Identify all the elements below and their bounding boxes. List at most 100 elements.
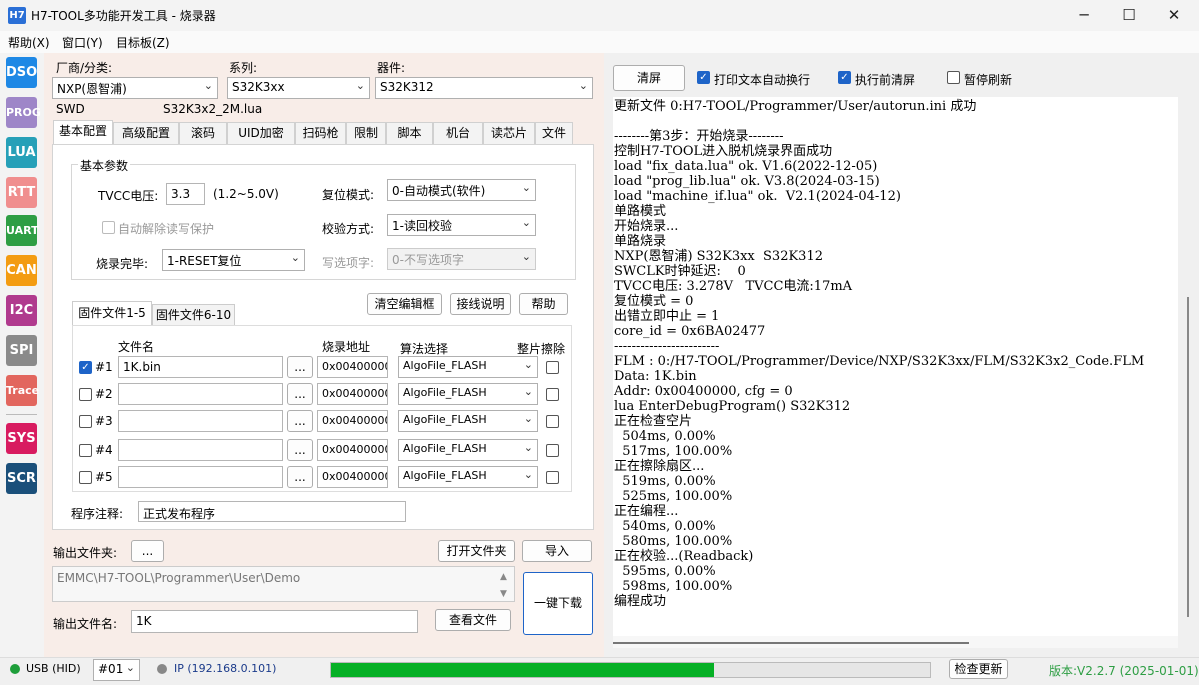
- series-select[interactable]: S32K3xx ⌄: [227, 77, 370, 99]
- sidebar-uart-button[interactable]: UART: [6, 215, 39, 246]
- output-name-input[interactable]: 1K: [131, 610, 418, 633]
- clear-before-label: 执行前清屏: [855, 73, 916, 87]
- sidebar-lua-button[interactable]: LUA: [6, 137, 37, 168]
- close-button[interactable]: ✕: [1151, 0, 1197, 31]
- sidebar-i2c-button[interactable]: I2C: [6, 295, 37, 326]
- one-click-download-button[interactable]: 一键下载: [523, 572, 593, 635]
- tab-fw-6-10[interactable]: 固件文件6-10: [152, 304, 235, 325]
- fw-address-input[interactable]: 0x00400000: [317, 383, 388, 405]
- fw-row-checkbox[interactable]: ✓: [79, 361, 92, 374]
- sidebar-scr-button[interactable]: SCR: [6, 463, 37, 494]
- tab-advanced[interactable]: 高级配置: [113, 122, 179, 144]
- sidebar-spi-button[interactable]: SPI: [6, 335, 37, 366]
- auto-wrap-checkbox[interactable]: ✓: [697, 71, 710, 84]
- fw-algo-select[interactable]: AlgoFile_FLASH ⌄: [398, 410, 538, 432]
- sidebar-sys-button[interactable]: SYS: [6, 423, 37, 454]
- device-select[interactable]: S32K312 ⌄: [375, 77, 593, 99]
- fw-algo-select[interactable]: AlgoFile_FLASH ⌄: [398, 466, 538, 488]
- clear-edit-button[interactable]: 清空编辑框: [367, 293, 442, 315]
- fw-row-checkbox[interactable]: [79, 388, 92, 401]
- log-h-scrollbar[interactable]: [613, 636, 1178, 648]
- menu-help[interactable]: 帮助(X): [8, 34, 50, 51]
- sidebar-trace-button[interactable]: Trace: [6, 375, 39, 406]
- maximize-button[interactable]: ☐: [1106, 0, 1152, 31]
- fw-algo-select[interactable]: AlgoFile_FLASH ⌄: [398, 356, 538, 378]
- verify-select[interactable]: 1-读回校验 ⌄: [387, 214, 536, 236]
- log-line: 525ms, 100.00%: [614, 489, 733, 504]
- tab-file[interactable]: 文件: [535, 122, 573, 144]
- fw-file-input[interactable]: [118, 410, 283, 432]
- usb-status-dot: [10, 664, 20, 674]
- fw-browse-button[interactable]: ...: [287, 383, 313, 405]
- wiring-button[interactable]: 接线说明: [450, 293, 511, 315]
- pause-refresh-checkbox[interactable]: [947, 71, 960, 84]
- check-update-button[interactable]: 检查更新: [949, 659, 1008, 679]
- tab-fw-1-5[interactable]: 固件文件1-5: [72, 301, 152, 325]
- scroll-down-icon[interactable]: ▼: [500, 589, 507, 599]
- fw-algo-select[interactable]: AlgoFile_FLASH ⌄: [398, 439, 538, 461]
- unlock-checkbox[interactable]: [102, 221, 115, 234]
- sidebar-rtt-button[interactable]: RTT: [6, 177, 37, 208]
- reset-mode-select[interactable]: 0-自动模式(软件) ⌄: [387, 179, 536, 201]
- sidebar-prog-button[interactable]: PROG: [6, 97, 41, 128]
- fw-browse-button[interactable]: ...: [287, 410, 313, 432]
- fw-row-id: #5: [95, 470, 113, 484]
- menu-window[interactable]: 窗口(Y): [62, 34, 103, 51]
- vendor-select[interactable]: NXP(恩智浦) ⌄: [52, 77, 218, 99]
- fw-row-id: #3: [95, 414, 113, 428]
- tab-machine[interactable]: 机台: [433, 122, 483, 144]
- tab-rolling-code[interactable]: 滚码: [179, 122, 227, 144]
- log-line: 517ms, 100.00%: [614, 444, 733, 459]
- open-folder-button[interactable]: 打开文件夹: [438, 540, 515, 562]
- device-label: 器件:: [377, 61, 406, 75]
- tab-scanner[interactable]: 扫码枪: [295, 122, 346, 144]
- fw-file-input[interactable]: [118, 383, 283, 405]
- tab-uid-encrypt[interactable]: UID加密: [227, 122, 295, 144]
- import-button[interactable]: 导入: [522, 540, 592, 562]
- output-folder-browse[interactable]: ...: [131, 540, 164, 562]
- port-select[interactable]: #01 ⌄: [93, 659, 140, 681]
- fw-address-input[interactable]: 0x00400000: [317, 439, 388, 461]
- fw-row-checkbox[interactable]: [79, 444, 92, 457]
- log-line: 开始烧录...: [614, 219, 679, 234]
- log-line: TVCC电压: 3.278V TVCC电流:17mA: [614, 279, 853, 294]
- fw-erase-checkbox[interactable]: [546, 361, 559, 374]
- scroll-up-icon[interactable]: ▲: [500, 572, 507, 582]
- fw-erase-checkbox[interactable]: [546, 444, 559, 457]
- help-button[interactable]: 帮助: [519, 293, 568, 315]
- fw-row-checkbox[interactable]: [79, 415, 92, 428]
- fw-erase-checkbox[interactable]: [546, 415, 559, 428]
- clear-before-checkbox[interactable]: ✓: [838, 71, 851, 84]
- tab-script[interactable]: 脚本: [386, 122, 433, 144]
- menu-target[interactable]: 目标板(Z): [116, 34, 170, 51]
- fw-file-input[interactable]: 1K.bin: [118, 356, 283, 378]
- fw-address-input[interactable]: 0x00400000: [317, 410, 388, 432]
- fw-browse-button[interactable]: ...: [287, 439, 313, 461]
- write-option-select[interactable]: 0-不写选项字 ⌄: [387, 248, 536, 270]
- done-select[interactable]: 1-RESET复位 ⌄: [162, 249, 305, 271]
- output-path-text[interactable]: EMMC\H7-TOOL\Programmer\User\Demo: [52, 566, 515, 602]
- tab-read-chip[interactable]: 读芯片: [483, 122, 535, 144]
- sidebar-can-button[interactable]: CAN: [6, 255, 37, 286]
- view-file-button[interactable]: 查看文件: [435, 609, 511, 631]
- fw-erase-checkbox[interactable]: [546, 388, 559, 401]
- sidebar-dso-button[interactable]: DSO: [6, 57, 37, 88]
- fw-file-input[interactable]: [118, 466, 283, 488]
- chevron-down-icon: ⌄: [203, 79, 213, 92]
- fw-algo-select[interactable]: AlgoFile_FLASH ⌄: [398, 383, 538, 405]
- fw-browse-button[interactable]: ...: [287, 356, 313, 378]
- tab-basic[interactable]: 基本配置: [53, 120, 113, 145]
- fw-row-checkbox[interactable]: [79, 471, 92, 484]
- note-input[interactable]: 正式发布程序: [138, 501, 406, 522]
- fw-file-input[interactable]: [118, 439, 283, 461]
- fw-browse-button[interactable]: ...: [287, 466, 313, 488]
- tab-limit[interactable]: 限制: [346, 122, 386, 144]
- fw-erase-checkbox[interactable]: [546, 471, 559, 484]
- clear-screen-button[interactable]: 清屏: [613, 65, 685, 91]
- fw-address-input[interactable]: 0x00400000: [317, 466, 388, 488]
- log-console[interactable]: 更新文件 0:H7-TOOL/Programmer/User/autorun.i…: [613, 97, 1178, 636]
- minimize-button[interactable]: ─: [1061, 0, 1107, 31]
- fw-address-input[interactable]: 0x00400000: [317, 356, 388, 378]
- log-v-scrollbar[interactable]: [1183, 97, 1193, 636]
- tvcc-input[interactable]: 3.3: [166, 183, 205, 205]
